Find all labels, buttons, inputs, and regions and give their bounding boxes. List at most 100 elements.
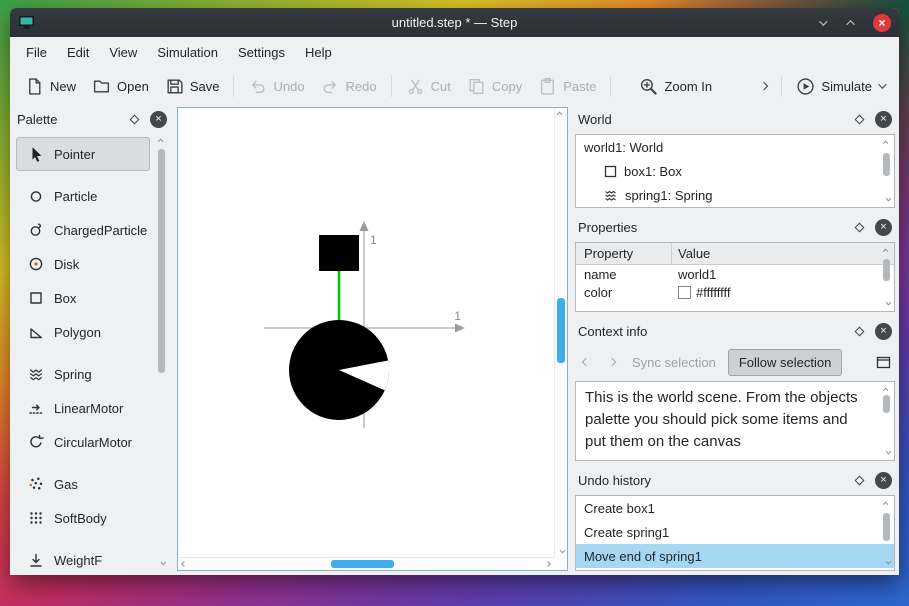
redo-icon [323, 80, 336, 93]
undo-item-create-spring1[interactable]: Create spring1 [576, 520, 894, 544]
scrollbar-thumb[interactable] [883, 395, 890, 414]
float-panel-button[interactable] [126, 111, 143, 128]
simulate-button[interactable]: Simulate [789, 72, 891, 101]
palette-item-chargedparticle[interactable]: ChargedParticle [16, 213, 150, 247]
undo-scrollbar[interactable] [880, 498, 893, 568]
undo-button[interactable]: Undo [241, 72, 311, 101]
column-header-value[interactable]: Value [672, 246, 710, 261]
toolbar-extension-button[interactable] [754, 78, 774, 94]
canvas-horizontal-scrollbar[interactable] [178, 557, 554, 570]
tree-item-world1[interactable]: world1: World [576, 135, 894, 159]
close-panel-button[interactable]: × [875, 471, 892, 489]
undo-item-move-end-of-spring1-selected[interactable]: Move end of spring1 [576, 544, 894, 568]
open-button[interactable]: Open [85, 72, 156, 101]
minimize-button[interactable] [813, 14, 831, 32]
scroll-up-arrow[interactable] [157, 135, 164, 145]
menu-edit[interactable]: Edit [57, 40, 99, 65]
scrollbar-thumb[interactable] [557, 298, 565, 363]
forward-button[interactable] [604, 357, 620, 367]
scroll-up-arrow[interactable] [556, 108, 563, 118]
palette-item-softbody[interactable]: SoftBody [16, 501, 150, 535]
toolbar-separator [610, 75, 612, 97]
palette-item-linearmotor[interactable]: LinearMotor [16, 391, 150, 425]
y-axis-tick-label: 1 [370, 233, 377, 247]
titlebar[interactable]: untitled.step * — Step × [10, 8, 899, 37]
palette-item-box[interactable]: Box [16, 281, 150, 315]
paste-button[interactable]: Paste [531, 72, 603, 101]
properties-scrollbar[interactable] [880, 245, 893, 309]
palette-item-circularmotor[interactable]: CircularMotor [16, 425, 150, 459]
close-panel-button[interactable]: × [875, 218, 892, 236]
palette-item-gas[interactable]: Gas [16, 467, 150, 501]
menu-file[interactable]: File [16, 40, 57, 65]
redo-button[interactable]: Redo [314, 72, 384, 101]
context-scrollbar[interactable] [880, 384, 893, 458]
x-axis-arrow [455, 323, 465, 333]
float-panel-button[interactable] [851, 323, 868, 340]
save-button[interactable]: Save [158, 72, 227, 101]
paste-icon [541, 77, 555, 95]
scroll-down-arrow[interactable] [885, 448, 891, 458]
scrollbar-thumb[interactable] [883, 513, 890, 541]
properties-panel-header[interactable]: Properties × [575, 215, 895, 239]
scroll-left-arrow[interactable] [178, 558, 190, 570]
cut-button[interactable]: Cut [399, 72, 458, 101]
palette-item-spring[interactable]: Spring [16, 357, 150, 391]
detach-button[interactable] [875, 354, 892, 371]
tree-item-spring1[interactable]: spring1: Spring [576, 183, 894, 207]
box1-object[interactable] [319, 235, 359, 271]
canvas-vertical-scrollbar[interactable] [554, 108, 567, 557]
scroll-down-arrow[interactable] [885, 558, 891, 568]
float-panel-button[interactable] [851, 111, 868, 128]
property-row-name[interactable]: name world1 [576, 265, 894, 283]
world-panel-header[interactable]: World × [575, 107, 895, 131]
close-panel-button[interactable]: × [875, 322, 892, 340]
scroll-down-arrow[interactable] [559, 547, 566, 557]
world-scrollbar[interactable] [880, 137, 893, 205]
palette-header[interactable]: Palette × [14, 107, 170, 131]
float-panel-button[interactable] [851, 219, 868, 236]
follow-selection-button[interactable]: Follow selection [727, 348, 843, 376]
scrollbar-thumb[interactable] [158, 149, 165, 373]
scrollbar-thumb[interactable] [883, 152, 890, 176]
palette-item-disk[interactable]: Disk [16, 247, 150, 281]
menu-help[interactable]: Help [295, 40, 342, 65]
context-panel-header[interactable]: Context info × [575, 319, 895, 343]
undo-panel-header[interactable]: Undo history × [575, 468, 895, 492]
column-header-property[interactable]: Property [576, 243, 672, 264]
maximize-button[interactable] [843, 14, 861, 32]
menu-view[interactable]: View [99, 40, 147, 65]
undo-item-create-box1[interactable]: Create box1 [576, 496, 894, 520]
close-panel-button[interactable]: × [875, 110, 892, 128]
palette-item-pointer[interactable]: Pointer [16, 137, 150, 171]
property-row-color[interactable]: color #ffffffff [576, 283, 894, 301]
sync-selection-button[interactable]: Sync selection [630, 351, 718, 374]
palette-item-polygon[interactable]: Polygon [16, 315, 150, 349]
scroll-down-arrow[interactable] [885, 299, 891, 309]
box-icon [30, 292, 42, 304]
tree-item-box1[interactable]: box1: Box [576, 159, 894, 183]
scroll-up-arrow[interactable] [882, 498, 889, 508]
float-panel-button[interactable] [851, 472, 868, 489]
scrollbar-thumb[interactable] [330, 560, 395, 568]
scroll-down-arrow[interactable] [160, 559, 166, 569]
close-button[interactable]: × [873, 13, 891, 32]
close-panel-button[interactable]: × [150, 110, 167, 128]
palette-scrollbar[interactable] [155, 135, 168, 569]
scroll-down-arrow[interactable] [885, 195, 891, 205]
palette-item-weightforce[interactable]: WeightF [16, 543, 150, 571]
copy-button[interactable]: Copy [460, 72, 529, 101]
scrollbar-thumb[interactable] [883, 258, 890, 282]
scroll-right-arrow[interactable] [542, 558, 554, 570]
properties-table-header: Property Value [576, 243, 894, 265]
new-button[interactable]: New [18, 72, 83, 101]
world-canvas[interactable]: 1 1 [177, 107, 568, 571]
menu-simulation[interactable]: Simulation [147, 40, 228, 65]
scroll-up-arrow[interactable] [882, 137, 889, 147]
scroll-up-arrow[interactable] [882, 245, 889, 255]
back-button[interactable] [578, 357, 594, 367]
scroll-up-arrow[interactable] [882, 384, 889, 394]
zoom-in-button[interactable]: Zoom In [632, 72, 719, 101]
menu-settings[interactable]: Settings [228, 40, 295, 65]
palette-item-particle[interactable]: Particle [16, 179, 150, 213]
